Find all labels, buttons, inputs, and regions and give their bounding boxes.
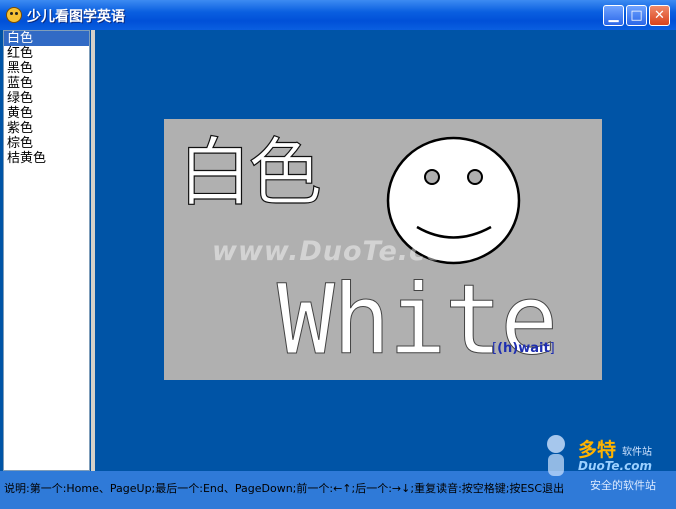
logo-name: 多特 <box>578 439 617 461</box>
minimize-button[interactable]: ▁ <box>603 5 624 26</box>
pronunciation-text: (h)wait <box>497 341 550 356</box>
list-item[interactable]: 蓝色 <box>4 76 89 91</box>
pron-bracket-close: ] <box>549 341 555 356</box>
list-item[interactable]: 黄色 <box>4 106 89 121</box>
title-bar[interactable]: 少儿看图学英语 ▁ □ ✕ <box>0 0 676 30</box>
list-divider <box>91 30 95 471</box>
watermark: www.DuoTe.com <box>212 236 475 267</box>
maximize-button[interactable]: □ <box>626 5 647 26</box>
app-window: 少儿看图学英语 ▁ □ ✕ 白色 红色 黑色 蓝色 绿色 黄色 紫色 棕色 桔黄… <box>0 0 676 509</box>
list-item[interactable]: 红色 <box>4 46 89 61</box>
list-item[interactable]: 黑色 <box>4 61 89 76</box>
chinese-word: 白色 <box>177 130 322 216</box>
list-item[interactable]: 桔黄色 <box>4 151 89 166</box>
pronunciation: [(h)wait] <box>492 341 555 356</box>
smiley-app-icon <box>6 7 22 23</box>
logo-url: DuoTe.com <box>578 459 652 473</box>
logo-slogan: 安全的软件站 <box>590 479 656 492</box>
list-item[interactable]: 白色 <box>4 31 89 46</box>
color-list[interactable]: 白色 红色 黑色 蓝色 绿色 黄色 紫色 棕色 桔黄色 <box>3 30 90 471</box>
close-button[interactable]: ✕ <box>649 5 670 26</box>
list-item[interactable]: 紫色 <box>4 121 89 136</box>
window-title: 少儿看图学英语 <box>27 9 125 25</box>
status-instructions: 说明:第一个:Home、PageUp;最后一个:End、PageDown;前一个… <box>4 482 565 495</box>
list-item[interactable]: 棕色 <box>4 136 89 151</box>
logo-sub: 软件站 <box>622 447 652 458</box>
list-item[interactable]: 绿色 <box>4 91 89 106</box>
